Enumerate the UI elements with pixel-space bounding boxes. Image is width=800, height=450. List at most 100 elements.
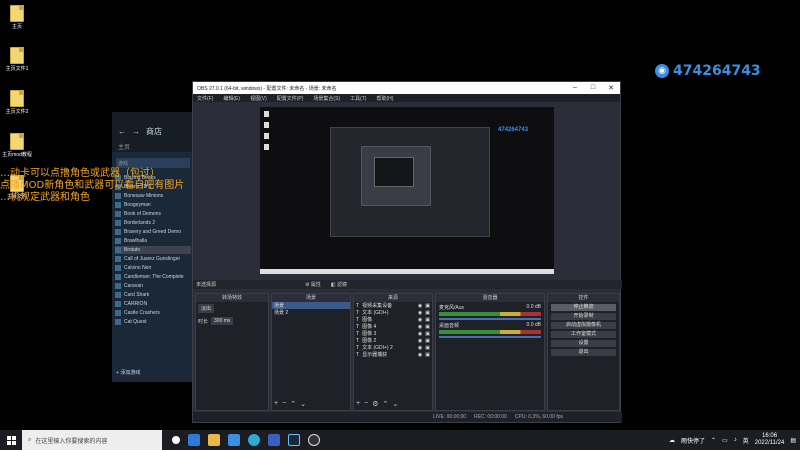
steam-search-input[interactable]: 游戏 xyxy=(116,158,190,168)
network-icon[interactable]: ▭ xyxy=(722,437,728,444)
desktop-icon[interactable]: 主页 xyxy=(0,5,34,30)
minimize-icon[interactable]: – xyxy=(566,84,584,92)
lock-icon[interactable]: ▣ xyxy=(425,338,430,344)
obs-icon[interactable] xyxy=(308,434,320,446)
obs-preview[interactable]: 474264743 xyxy=(260,107,554,274)
steam-game-item[interactable]: Calvino Noir xyxy=(115,264,191,272)
eye-icon[interactable]: ◉ xyxy=(418,331,422,337)
notification-icon[interactable]: ▤ xyxy=(790,437,796,444)
steam-game-item[interactable]: Call of Juarez Gunslinger xyxy=(115,255,191,263)
remove-icon[interactable]: − xyxy=(282,400,286,408)
source-item[interactable]: T 文本 (GDI+) 2 ◉ ▣ xyxy=(354,344,432,352)
add-icon[interactable]: + xyxy=(356,400,360,408)
store-tab[interactable]: 商店 xyxy=(146,126,162,137)
start-button[interactable] xyxy=(0,435,22,445)
home-label[interactable]: 主页 xyxy=(118,142,188,151)
source-item[interactable]: T 图像 3 ◉ ▣ xyxy=(354,330,432,338)
steam-icon[interactable] xyxy=(288,434,300,446)
lock-icon[interactable]: ▣ xyxy=(425,324,430,330)
eye-icon[interactable]: ◉ xyxy=(418,317,422,323)
control-button[interactable]: 停止推流 xyxy=(551,304,616,311)
edge-icon[interactable] xyxy=(248,434,260,446)
transition-select[interactable]: 淡出 xyxy=(198,304,215,313)
control-button[interactable]: 设置 xyxy=(551,340,616,347)
up-icon[interactable]: ⌃ xyxy=(382,400,388,408)
input-language[interactable]: 英 xyxy=(743,436,749,445)
back-arrow-icon[interactable]: ← xyxy=(118,127,126,136)
remove-icon[interactable]: − xyxy=(364,400,368,408)
duration-input[interactable]: 300 ms xyxy=(211,317,234,325)
steam-game-item[interactable]: Castle Crashers xyxy=(115,309,191,317)
eye-icon[interactable]: ◉ xyxy=(418,310,422,316)
add-icon[interactable]: + xyxy=(274,400,278,408)
filters-button[interactable]: ◧ 滤镜 xyxy=(331,281,347,288)
store-icon[interactable] xyxy=(268,434,280,446)
down-icon[interactable]: ⌄ xyxy=(300,400,306,408)
lock-icon[interactable]: ▣ xyxy=(425,310,430,316)
gear-icon[interactable]: ⚙ xyxy=(372,400,378,408)
maximize-icon[interactable]: □ xyxy=(584,84,602,92)
steam-game-item[interactable]: Cat Quest xyxy=(115,318,191,326)
scene-item[interactable]: 场景 2 xyxy=(272,309,350,316)
menu-item[interactable]: 配置文件(P) xyxy=(277,95,304,102)
source-item[interactable]: T 视频采集设备 ◉ ▣ xyxy=(354,302,432,310)
mail-icon[interactable] xyxy=(228,434,240,446)
volume-icon[interactable]: ♪ xyxy=(734,437,737,443)
add-game-button[interactable]: + 添加游戏 xyxy=(116,369,140,376)
desktop-icon[interactable]: 主页mod教程 xyxy=(0,133,34,158)
task-view-icon[interactable] xyxy=(188,434,200,446)
game-icon xyxy=(115,229,121,235)
menu-item[interactable]: 帮助(H) xyxy=(376,95,393,102)
eye-icon[interactable]: ◉ xyxy=(418,303,422,309)
lock-icon[interactable]: ▣ xyxy=(425,317,430,323)
taskbar-search[interactable]: ⌕ 在这里输入你要搜索的内容 xyxy=(22,430,162,450)
source-item[interactable]: T 图像 4 ◉ ▣ xyxy=(354,323,432,331)
lock-icon[interactable]: ▣ xyxy=(425,345,430,351)
task-view-icon[interactable] xyxy=(172,436,180,444)
down-icon[interactable]: ⌄ xyxy=(392,400,398,408)
lock-icon[interactable]: ▣ xyxy=(425,331,430,337)
volume-slider[interactable] xyxy=(439,336,541,338)
scene-item[interactable]: 场景 xyxy=(272,302,350,309)
desktop-icon[interactable]: 主页文件1 xyxy=(0,47,34,72)
source-item[interactable]: T 显示器捕获 ◉ ▣ xyxy=(354,351,432,359)
up-icon[interactable]: ⌃ xyxy=(290,400,296,408)
eye-icon[interactable]: ◉ xyxy=(418,352,422,358)
menu-item[interactable]: 场景集合(S) xyxy=(313,95,340,102)
source-item[interactable]: T 图像 2 ◉ ▣ xyxy=(354,337,432,345)
steam-game-item[interactable]: Candleman: The Complete xyxy=(115,273,191,281)
eye-icon[interactable]: ◉ xyxy=(418,345,422,351)
menu-item[interactable]: 编辑(E) xyxy=(223,95,240,102)
steam-game-item[interactable]: Brawlhalla xyxy=(115,237,191,245)
control-button[interactable]: 开始录制 xyxy=(551,313,616,320)
file-explorer-icon[interactable] xyxy=(208,434,220,446)
clock[interactable]: 16:06 2022/11/24 xyxy=(755,433,785,447)
source-item[interactable]: T 文本 (GDI+) ◉ ▣ xyxy=(354,309,432,317)
properties-button[interactable]: ⚙ 属性 xyxy=(305,281,321,288)
steam-game-item[interactable]: CARRION xyxy=(115,300,191,308)
steam-game-item[interactable]: Bravery and Greed Demo xyxy=(115,228,191,236)
forward-arrow-icon[interactable]: → xyxy=(132,127,140,136)
menu-item[interactable]: 文件(F) xyxy=(197,95,213,102)
close-icon[interactable]: ✕ xyxy=(602,84,620,92)
control-button[interactable]: 退出 xyxy=(551,349,616,356)
desktop-icon[interactable]: 主页文件2 xyxy=(0,90,34,115)
lock-icon[interactable]: ▣ xyxy=(425,352,430,358)
eye-icon[interactable]: ◉ xyxy=(418,338,422,344)
steam-game-item[interactable]: Card Shark xyxy=(115,291,191,299)
source-item[interactable]: T 图像 ◉ ▣ xyxy=(354,316,432,324)
steam-game-item[interactable]: Brotato xyxy=(115,246,191,254)
steam-game-item[interactable]: Caravan xyxy=(115,282,191,290)
menu-item[interactable]: 视图(V) xyxy=(250,95,267,102)
weather-label[interactable]: 雨快停了 xyxy=(681,436,705,445)
preview-watermark: 474264743 xyxy=(498,127,529,133)
lock-icon[interactable]: ▣ xyxy=(425,303,430,309)
control-button[interactable]: 启动虚拟摄像机 xyxy=(551,322,616,329)
volume-slider[interactable] xyxy=(439,318,541,320)
chevron-up-icon[interactable]: ⌃ xyxy=(711,437,716,444)
menu-item[interactable]: 工具(T) xyxy=(350,95,366,102)
steam-game-item[interactable]: Book of Demons xyxy=(115,210,191,218)
control-button[interactable]: 工作室模式 xyxy=(551,331,616,338)
steam-game-item[interactable]: Borderlands 2 xyxy=(115,219,191,227)
eye-icon[interactable]: ◉ xyxy=(418,324,422,330)
